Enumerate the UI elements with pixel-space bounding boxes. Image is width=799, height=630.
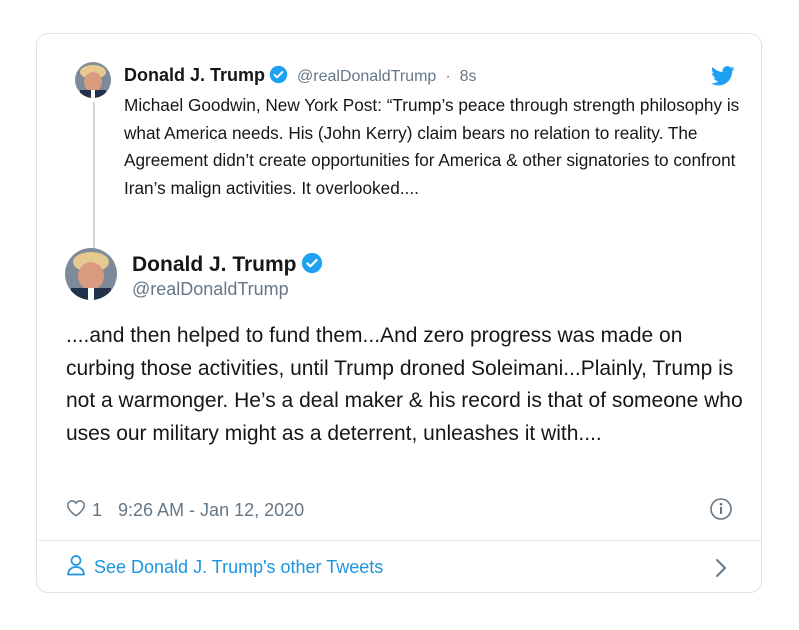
heart-icon[interactable] bbox=[66, 499, 86, 522]
parent-time[interactable]: 8s bbox=[460, 68, 477, 85]
tweet-meta: 1 9:26 AM - Jan 12, 2020 bbox=[66, 499, 304, 522]
info-icon[interactable] bbox=[709, 497, 733, 526]
main-tweet-text: ....and then helped to fund them...And z… bbox=[66, 324, 743, 445]
parent-tweet-header: Donald J. Trump @realDonaldTrump · 8s bbox=[124, 64, 477, 89]
parent-handle[interactable]: @realDonaldTrump bbox=[297, 68, 436, 85]
parent-avatar[interactable] bbox=[75, 62, 111, 98]
main-avatar[interactable] bbox=[65, 248, 117, 300]
parent-tweet-text: Michael Goodwin, New York Post: “Trump’s… bbox=[124, 95, 740, 198]
separator-dot: · bbox=[445, 68, 451, 85]
verified-badge-icon bbox=[269, 65, 288, 89]
tweet-timestamp[interactable]: 9:26 AM - Jan 12, 2020 bbox=[118, 500, 304, 521]
person-icon bbox=[66, 554, 94, 581]
verified-badge-icon bbox=[301, 252, 323, 280]
main-author-name[interactable]: Donald J. Trump bbox=[132, 253, 297, 276]
divider bbox=[37, 540, 761, 541]
embedded-tweet-card: Donald J. Trump @realDonaldTrump · 8s Mi… bbox=[36, 33, 762, 593]
chevron-right-icon[interactable] bbox=[715, 558, 727, 583]
twitter-bird-icon[interactable] bbox=[711, 66, 735, 91]
main-author-name-row: Donald J. Trump bbox=[132, 252, 323, 280]
like-count[interactable]: 1 bbox=[92, 500, 102, 521]
main-handle[interactable]: @realDonaldTrump bbox=[132, 279, 289, 300]
parent-author-name[interactable]: Donald J. Trump bbox=[124, 65, 265, 85]
see-other-tweets-link[interactable]: See Donald J. Trump's other Tweets bbox=[66, 554, 383, 581]
see-other-tweets-label: See Donald J. Trump's other Tweets bbox=[94, 557, 384, 577]
